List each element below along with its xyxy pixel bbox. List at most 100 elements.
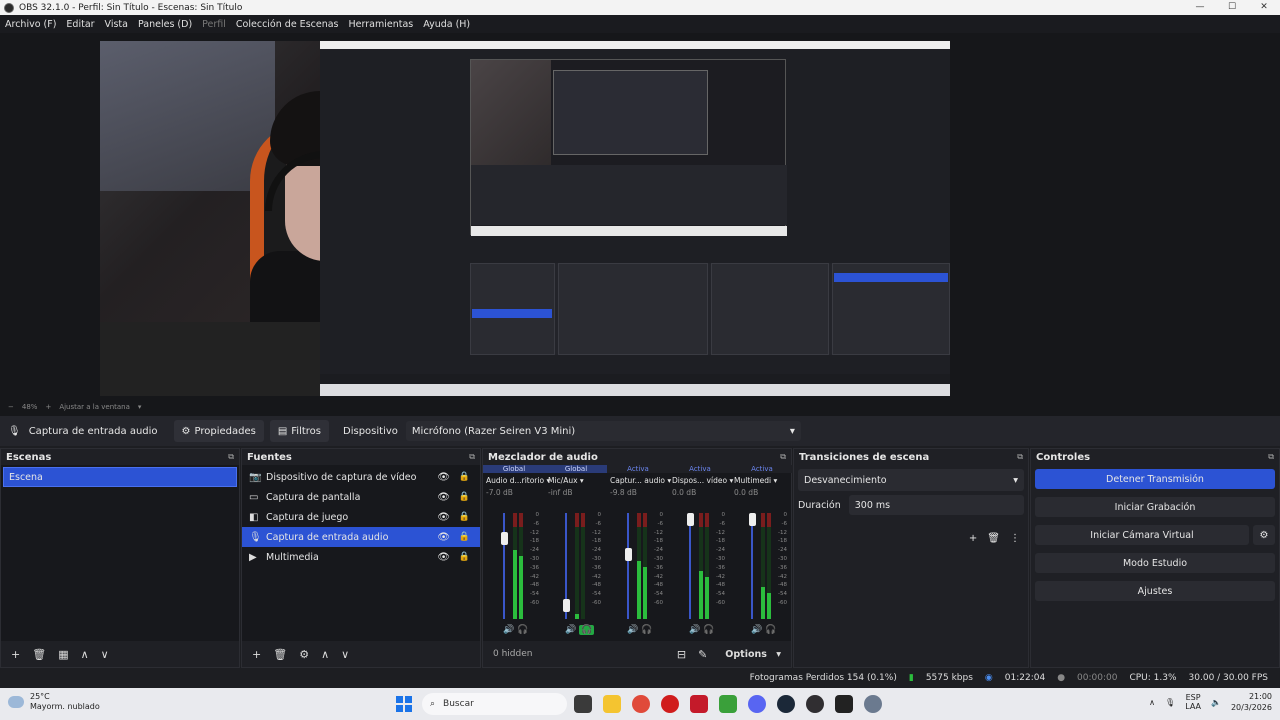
chevron-down-icon[interactable]: ▾: [774, 476, 778, 485]
transition-select[interactable]: Desvanecimiento ▾: [798, 469, 1024, 491]
move-down-icon[interactable]: ∨: [341, 648, 349, 661]
trash-icon[interactable]: 🗑: [32, 648, 46, 661]
opera-icon[interactable]: [661, 695, 679, 713]
menu-item-5[interactable]: Colección de Escenas: [231, 19, 344, 30]
gear-icon[interactable]: ⚙: [1253, 525, 1275, 545]
trash-icon[interactable]: 🗑: [273, 648, 287, 661]
control-button[interactable]: Ajustes: [1035, 581, 1275, 601]
source-item[interactable]: ▶ Multimedia 👁 🔒: [242, 547, 480, 567]
preview-area[interactable]: [0, 33, 1280, 398]
headphones-icon[interactable]: 🎧: [641, 625, 652, 635]
headphones-icon[interactable]: 🎧: [765, 625, 776, 635]
scene-item[interactable]: Escena: [3, 467, 237, 487]
move-up-icon[interactable]: ∧: [81, 648, 89, 661]
volume-fader-track[interactable]: [689, 513, 691, 619]
discord-icon[interactable]: [748, 695, 766, 713]
volume-fader-handle[interactable]: [563, 599, 570, 612]
windows-start-icon[interactable]: [396, 696, 412, 712]
lock-icon[interactable]: 🔒: [459, 492, 470, 502]
eye-icon[interactable]: 👁: [437, 532, 450, 543]
add-source-button[interactable]: +: [252, 648, 261, 661]
lock-icon[interactable]: 🔒: [459, 532, 470, 542]
headphones-icon[interactable]: 🎧: [703, 625, 714, 635]
menu-item-3[interactable]: Paneles (D): [133, 19, 197, 30]
chevron-down-icon[interactable]: ▾: [138, 403, 142, 411]
file-explorer-icon[interactable]: [574, 695, 592, 713]
taskbar-search[interactable]: ⌕ Buscar: [422, 693, 567, 715]
more-options-icon[interactable]: ⋮: [1010, 533, 1020, 544]
minimize-icon[interactable]: —: [1184, 0, 1216, 15]
volume-fader-track[interactable]: [627, 513, 629, 619]
layout-icon[interactable]: ⊟: [677, 648, 686, 661]
speaker-icon[interactable]: 🔊: [565, 625, 576, 635]
chevron-up-icon[interactable]: ∧: [1149, 698, 1155, 707]
source-item[interactable]: ◧ Captura de juego 👁 🔒: [242, 507, 480, 527]
properties-button[interactable]: ⚙ Propiedades: [173, 420, 264, 442]
close-icon[interactable]: ✕: [1248, 0, 1280, 15]
zoom-out-button[interactable]: −: [8, 403, 14, 411]
control-button[interactable]: Detener Transmisión: [1035, 469, 1275, 489]
menu-item-0[interactable]: Archivo (F): [0, 19, 61, 30]
speaker-icon[interactable]: 🔊: [751, 625, 762, 635]
source-item[interactable]: 🎙 Captura de entrada audio 👁 🔒: [242, 527, 480, 547]
gear-icon[interactable]: ⚙: [299, 648, 309, 661]
volume-icon[interactable]: 🔈: [1211, 698, 1221, 707]
undock-icon[interactable]: ⧉: [1017, 452, 1023, 462]
chevron-down-icon[interactable]: ▾: [580, 476, 584, 485]
scene-filters-icon[interactable]: ▦: [58, 648, 68, 661]
volume-fader-track[interactable]: [751, 513, 753, 619]
lock-icon[interactable]: 🔒: [459, 472, 470, 482]
lock-icon[interactable]: 🔒: [459, 512, 470, 522]
menu-item-1[interactable]: Editar: [61, 19, 99, 30]
headphones-icon[interactable]: 🎧: [579, 625, 595, 635]
move-down-icon[interactable]: ∨: [101, 648, 109, 661]
zoom-in-button[interactable]: +: [45, 403, 51, 411]
volume-fader-handle[interactable]: [625, 548, 632, 561]
eye-icon[interactable]: 👁: [437, 492, 450, 503]
control-button[interactable]: Iniciar Cámara Virtual: [1035, 525, 1249, 545]
trash-icon[interactable]: 🗑: [987, 533, 1000, 544]
clock[interactable]: 21:00 20/3/2026: [1231, 691, 1272, 713]
eye-icon[interactable]: 👁: [437, 472, 450, 483]
volume-fader-handle[interactable]: [501, 532, 508, 545]
control-button[interactable]: Modo Estudio: [1035, 553, 1275, 573]
menu-item-7[interactable]: Ayuda (H): [418, 19, 475, 30]
undock-icon[interactable]: ⧉: [780, 452, 786, 462]
menu-item-2[interactable]: Vista: [100, 19, 133, 30]
maximize-icon[interactable]: ☐: [1216, 0, 1248, 15]
weather-widget[interactable]: 25°C Mayorm. nublado: [8, 692, 100, 712]
undock-icon[interactable]: ⧉: [1268, 452, 1274, 462]
device-select[interactable]: Micrófono (Razer Seiren V3 Mini) ▾: [405, 421, 801, 441]
move-up-icon[interactable]: ∧: [321, 648, 329, 661]
minecraft-icon[interactable]: [719, 695, 737, 713]
microphone-icon[interactable]: 🎙: [1165, 698, 1175, 707]
obs-icon[interactable]: [806, 695, 824, 713]
undock-icon[interactable]: ⧉: [469, 452, 475, 462]
source-item[interactable]: ▭ Captura de pantalla 👁 🔒: [242, 487, 480, 507]
wrench-icon[interactable]: ✎: [698, 648, 707, 661]
speaker-icon[interactable]: 🔊: [689, 625, 700, 635]
keyboard-layout[interactable]: LAA: [1185, 702, 1201, 711]
speaker-icon[interactable]: 🔊: [627, 625, 638, 635]
eye-icon[interactable]: 👁: [437, 512, 450, 523]
source-item[interactable]: 📷 Dispositivo de captura de vídeo 👁 🔒: [242, 467, 480, 487]
headphones-icon[interactable]: 🎧: [517, 625, 528, 635]
menu-item-4[interactable]: Perfil: [197, 19, 231, 30]
duration-input[interactable]: 300 ms: [848, 495, 1024, 515]
language-code[interactable]: ESP: [1185, 693, 1201, 702]
filters-button[interactable]: ▤ Filtros: [269, 420, 330, 442]
volume-fader-handle[interactable]: [749, 513, 756, 526]
fit-to-window-label[interactable]: Ajustar a la ventana: [59, 403, 130, 411]
speaker-icon[interactable]: 🔊: [503, 625, 514, 635]
undock-icon[interactable]: ⧉: [228, 452, 234, 462]
volume-fader-track[interactable]: [503, 513, 505, 619]
options-button[interactable]: Options ▾: [719, 649, 781, 660]
add-transition-button[interactable]: +: [969, 533, 977, 544]
steam-icon[interactable]: [777, 695, 795, 713]
add-scene-button[interactable]: +: [11, 648, 20, 661]
control-button[interactable]: Iniciar Grabación: [1035, 497, 1275, 517]
preview-canvas[interactable]: [100, 41, 950, 396]
chrome-icon[interactable]: [632, 695, 650, 713]
epic-games-icon[interactable]: [835, 695, 853, 713]
folder-icon[interactable]: [603, 695, 621, 713]
